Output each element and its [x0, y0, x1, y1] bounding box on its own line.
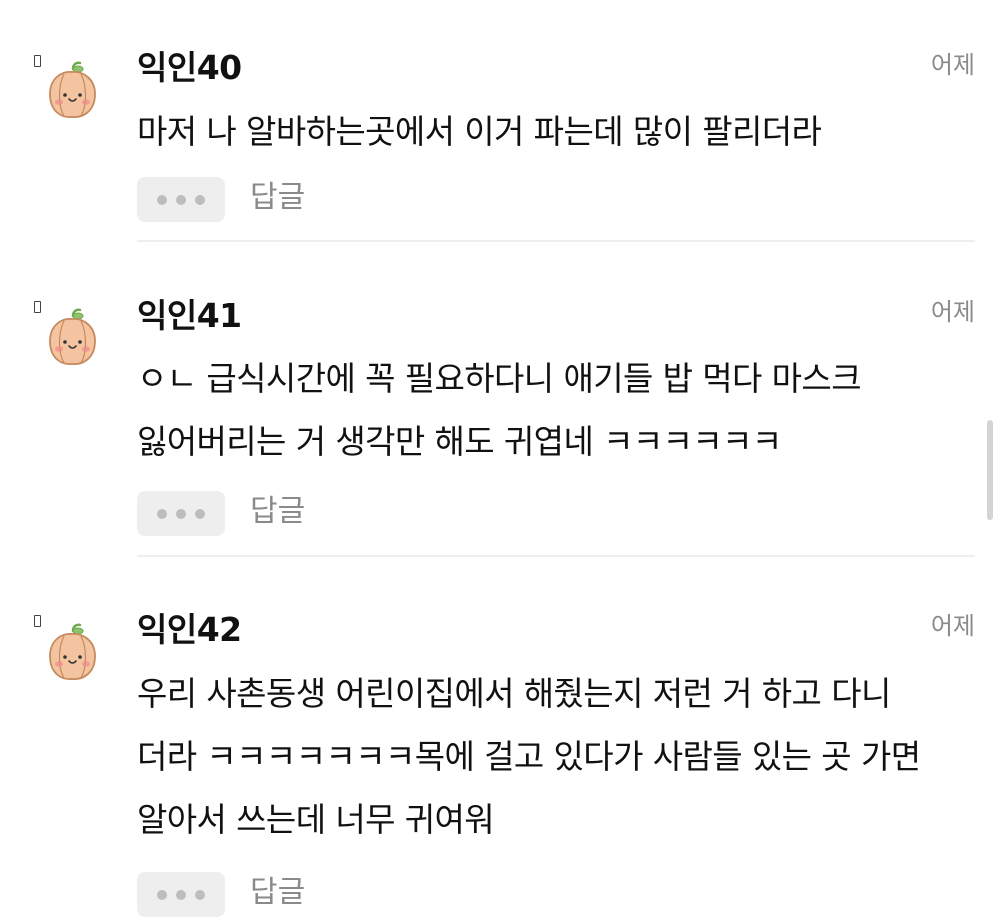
- comment-line: 마저 나 알바하는곳에서 이거 파는데 많이 팔리더라: [137, 112, 822, 151]
- comment-author[interactable]: 익인41: [137, 296, 242, 336]
- more-dots-icon: [195, 194, 205, 205]
- comment-author[interactable]: 익인40: [137, 48, 242, 88]
- more-dots-icon: [176, 508, 186, 519]
- pumpkin-avatar-icon[interactable]: [40, 307, 104, 371]
- comment-line: 우리 사촌동생 어린이집에서 해줬는지 저런 거 하고 다니: [137, 674, 891, 713]
- reply-button[interactable]: 답글: [250, 178, 305, 218]
- comment-body: 마저 나 알바하는곳에서 이거 파는데 많이 팔리더라: [137, 100, 982, 163]
- comment-line: 더라 ㅋㅋㅋㅋㅋㅋㅋ목에 걸고 있다가 사람들 있는 곳 가면: [137, 737, 921, 776]
- comment-line: 알아서 쓰는데 너무 귀여워: [137, 800, 495, 839]
- more-options-button[interactable]: [137, 491, 225, 536]
- comment-line: ㅇㄴ 급식시간에 꼭 필요하다니 애기들 밥 먹다 마스크: [137, 359, 862, 398]
- comment-divider: [137, 555, 975, 557]
- comment-body: 우리 사촌동생 어린이집에서 해줬는지 저런 거 하고 다니 더라 ㅋㅋㅋㅋㅋㅋ…: [137, 662, 982, 851]
- comment-time: 어제: [930, 51, 975, 79]
- scrollbar[interactable]: [987, 420, 993, 520]
- more-dots-icon: [195, 508, 205, 519]
- more-options-button[interactable]: [137, 177, 225, 222]
- comment-body: ㅇㄴ 급식시간에 꼭 필요하다니 애기들 밥 먹다 마스크 잃어버리는 거 생각…: [137, 347, 982, 473]
- comment-time: 어제: [930, 612, 975, 640]
- more-options-button[interactable]: [137, 872, 225, 917]
- comment-line: 잃어버리는 거 생각만 해도 귀엽네 ㅋㅋㅋㅋㅋㅋ: [137, 422, 782, 461]
- comment-author[interactable]: 익인42: [137, 610, 242, 650]
- more-dots-icon: [176, 194, 186, 205]
- comment-time: 어제: [930, 298, 975, 326]
- pumpkin-avatar-icon[interactable]: [40, 60, 104, 124]
- more-dots-icon: [195, 889, 205, 900]
- more-dots-icon: [157, 194, 167, 205]
- reply-button[interactable]: 답글: [250, 873, 305, 913]
- pumpkin-avatar-icon[interactable]: [40, 622, 104, 686]
- reply-button[interactable]: 답글: [250, 492, 305, 532]
- more-dots-icon: [157, 889, 167, 900]
- more-dots-icon: [176, 889, 186, 900]
- comment-divider: [137, 240, 975, 242]
- more-dots-icon: [157, 508, 167, 519]
